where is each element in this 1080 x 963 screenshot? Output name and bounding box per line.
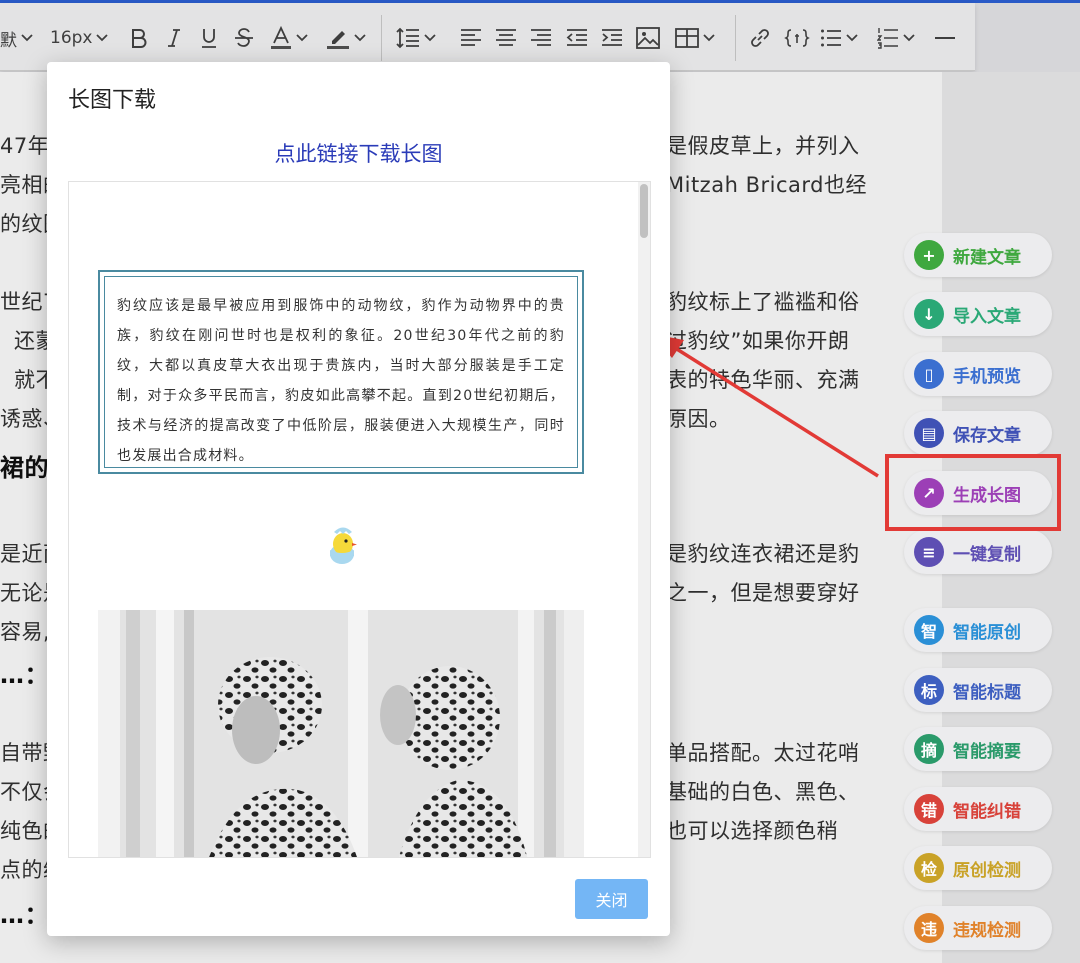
preview-paragraph: 豹纹应该是最早被应用到服饰中的动物纹，豹作为动物界中的贵族，豹纹在刚问世时也是权… (117, 298, 565, 464)
annotation-highlight-box (885, 454, 1061, 531)
side-menu-item-label: 原创检测 (953, 860, 1021, 881)
side-menu-item[interactable]: 智智能原创 (904, 608, 1052, 652)
side-menu-item-label: 导入文章 (953, 306, 1021, 327)
side-menu-item[interactable]: 错智能纠错 (904, 787, 1052, 831)
preview-photo (98, 610, 584, 857)
preview-scrollbar[interactable] (638, 182, 650, 857)
side-menu-item[interactable]: 摘智能摘要 (904, 727, 1052, 771)
side-menu-item[interactable]: ▯ 手机预览 (904, 352, 1052, 396)
side-menu-item-label: 新建文章 (953, 247, 1021, 268)
side-menu-item[interactable]: 违违规检测 (904, 906, 1052, 950)
smart-correct-icon: 错 (914, 794, 944, 824)
import-icon: ↓ (914, 299, 944, 329)
side-menu-item[interactable]: ▤ 保存文章 (904, 411, 1052, 455)
smart-original-icon: 智 (914, 615, 944, 645)
phone-icon: ▯ (914, 359, 944, 389)
dialog-title: 长图下载 (68, 88, 157, 113)
side-menu-item-label: 智能原创 (953, 622, 1021, 643)
new-article-icon: + (914, 240, 944, 270)
preview-quote-box: 豹纹应该是最早被应用到服饰中的动物纹，豹作为动物界中的贵族，豹纹在刚问世时也是权… (98, 270, 584, 474)
side-menu-item[interactable]: 检原创检测 (904, 846, 1052, 890)
side-menu-item-label: 智能摘要 (953, 741, 1021, 762)
side-menu-item[interactable]: 标智能标题 (904, 668, 1052, 712)
side-menu-item[interactable]: ↓ 导入文章 (904, 292, 1052, 336)
side-menu-item[interactable]: ≡ 一键复制 (904, 530, 1052, 574)
chick-icon (330, 527, 357, 564)
original-check-icon: 检 (914, 853, 944, 883)
preview-scrollbar-thumb[interactable] (640, 184, 648, 238)
side-menu-item[interactable]: + 新建文章 (904, 233, 1052, 277)
side-menu-item-label: 智能标题 (953, 682, 1021, 703)
smart-summary-icon: 摘 (914, 734, 944, 764)
violation-check-icon: 违 (914, 913, 944, 943)
download-long-image-link[interactable]: 点此链接下载长图 (47, 138, 670, 168)
smart-title-icon: 标 (914, 675, 944, 705)
save-icon: ▤ (914, 418, 944, 448)
side-menu-item-label: 一键复制 (953, 544, 1021, 565)
side-menu-item-label: 智能纠错 (953, 801, 1021, 822)
side-menu-item-label: 手机预览 (953, 366, 1021, 387)
close-button[interactable]: 关闭 (575, 879, 648, 919)
side-menu-item-label: 违规检测 (953, 920, 1021, 941)
side-menu-item-label: 保存文章 (953, 425, 1021, 446)
copy-icon: ≡ (914, 537, 944, 567)
long-image-preview[interactable]: 豹纹应该是最早被应用到服饰中的动物纹，豹作为动物界中的贵族，豹纹在刚问世时也是权… (68, 181, 651, 858)
long-image-dialog: 长图下载 点此链接下载长图 豹纹应该是最早被应用到服饰中的动物纹，豹作为动物界中… (47, 62, 670, 936)
